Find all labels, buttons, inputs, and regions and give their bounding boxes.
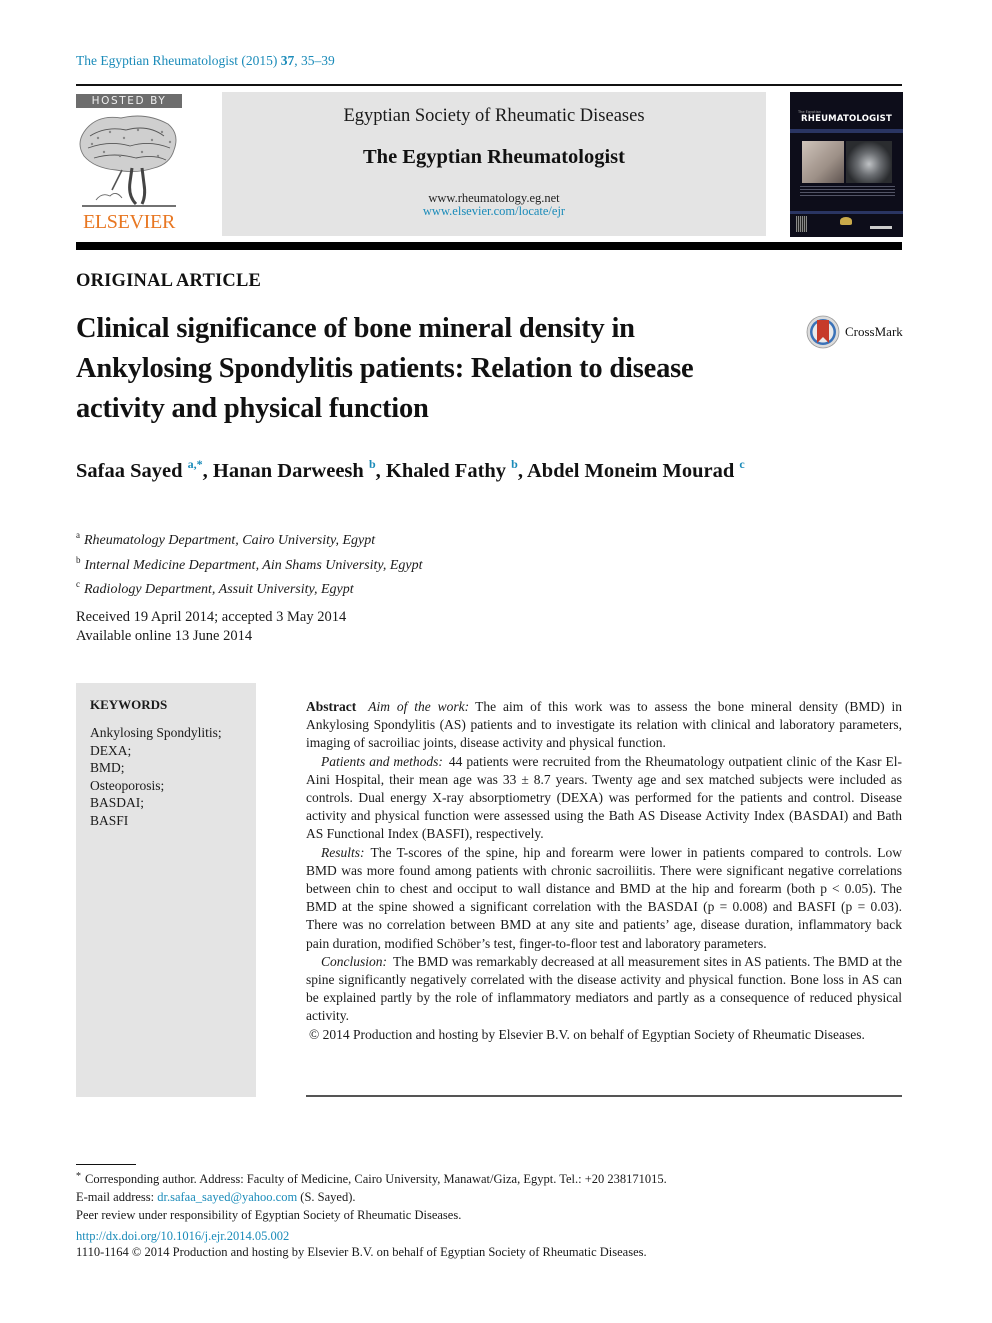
cover-photo-clinical <box>802 141 844 183</box>
crossmark-icon <box>806 315 840 349</box>
keyword-item: BASDAI; <box>90 795 145 810</box>
footnote-star: * <box>76 1171 81 1182</box>
cover-band <box>790 129 903 133</box>
journal-banner: Egyptian Society of Rheumatic Diseases T… <box>222 92 766 236</box>
journal-name: The Egyptian Rheumatologist <box>363 146 625 168</box>
elsevier-tree-icon <box>79 115 177 207</box>
abstract-copyright: © 2014 Production and hosting by Elsevie… <box>309 1026 865 1042</box>
keyword-item: Ankylosing Spondylitis; <box>90 725 222 740</box>
email-link[interactable]: dr.safaa_sayed@yahoo.com <box>157 1190 297 1204</box>
abstract-aim: Abstract Aim of the work: The aim of this … <box>306 698 902 753</box>
author[interactable]: Safaa Sayed a,* <box>76 457 203 482</box>
abstract-results: Results: The T-scores of the spine, hip a… <box>306 844 902 953</box>
keyword-item: BASFI <box>90 812 129 828</box>
author-affiliation-marker[interactable]: c <box>739 457 744 471</box>
received-accepted-date: Received 19 April 2014; accepted 3 May 2… <box>76 609 347 625</box>
keyword-item: BMD; <box>90 760 125 775</box>
affiliations: a Rheumatology Department, Cairo Universi… <box>76 526 423 600</box>
author-affiliation-marker[interactable]: a,* <box>188 457 203 471</box>
author-affiliation-marker[interactable]: b <box>511 457 518 471</box>
affiliation-item: b Internal Medicine Department, Ain Shams… <box>76 554 423 573</box>
online-date: Available online 13 June 2014 <box>76 627 253 644</box>
doi-block: http://dx.doi.org/10.1016/j.ejr.2014.05.… <box>76 1228 647 1260</box>
footnotes: * Corresponding author. Address: Faculty … <box>76 1168 902 1224</box>
running-head-pages: , 35–39 <box>294 53 335 68</box>
journal-url-elsevier[interactable]: www.elsevier.com/locate/ejr <box>222 204 766 219</box>
keywords-list: Ankylosing Spondylitis; DEXA; BMD; Osteo… <box>90 724 222 829</box>
elsevier-logo[interactable]: HOSTED BY ELSEVIER <box>76 94 182 236</box>
abstract-aim-label: Aim of the work: <box>368 699 470 714</box>
article-title: Clinical significance of bone mineral de… <box>76 313 694 424</box>
cover-photo-ct-scan <box>846 141 892 183</box>
article-type: ORIGINAL ARTICLE <box>76 271 262 291</box>
article-dates: Received 19 April 2014; accepted 3 May 2… <box>76 608 346 645</box>
author[interactable]: Hanan Darweesh b <box>213 457 376 482</box>
author-list: Safaa Sayed a,*, Hanan Darweesh b, Khale… <box>76 457 745 482</box>
cover-caption-text <box>800 186 895 196</box>
abstract-results-text: The T-scores of the spine, hip and forea… <box>306 844 902 951</box>
abstract: Abstract Aim of the work: The aim of this … <box>306 698 902 1044</box>
crossmark-button[interactable]: CrossMark <box>806 315 906 351</box>
peer-review-note: Peer review under responsibility of Egyp… <box>76 1208 462 1222</box>
abstract-results-label: Results: <box>321 844 365 860</box>
journal-cover-image[interactable]: The Egyptian RHEUMATOLOGIST <box>790 92 903 237</box>
issn-copyright: 1110-1164 © 2014 Production and hosting … <box>76 1245 647 1259</box>
abstract-conclusion-label: Conclusion: <box>321 953 387 969</box>
abstract-conclusion-text: The BMD was remarkably decreased at all … <box>306 953 902 1024</box>
elsevier-wordmark: ELSEVIER <box>82 211 176 233</box>
author[interactable]: Khaled Fathy b <box>386 457 518 482</box>
corresponding-author-note: * Corresponding author. Address: Faculty … <box>76 1171 667 1186</box>
affiliation-item: c Radiology Department, Assuit University… <box>76 579 354 597</box>
author-affiliation-marker[interactable]: b <box>369 457 376 471</box>
doi-link[interactable]: http://dx.doi.org/10.1016/j.ejr.2014.05.… <box>76 1229 289 1243</box>
running-head-journal: The Egyptian Rheumatologist (2015) <box>76 53 281 68</box>
footnote-divider <box>76 1164 136 1165</box>
abstract-heading: Abstract <box>306 699 357 714</box>
affiliation-item: a Rheumatology Department, Cairo Universi… <box>76 530 376 548</box>
cover-barcode-icon <box>796 216 807 232</box>
society-name: Egyptian Society of Rheumatic Diseases <box>343 106 645 126</box>
keyword-item: Osteoporosis; <box>90 777 165 793</box>
cover-emblem-icon <box>840 217 852 225</box>
email-note: E-mail address: dr.safaa_sayed@yahoo.com… <box>76 1190 356 1204</box>
crossmark-label: CrossMark <box>845 324 903 339</box>
abstract-methods: Patients and methods: 44 patients were re… <box>306 753 902 844</box>
keyword-item: DEXA; <box>90 742 132 758</box>
cover-title: RHEUMATOLOGIST <box>801 114 892 124</box>
author[interactable]: Abdel Moneim Mourad c <box>527 457 745 482</box>
abstract-divider <box>306 1095 902 1097</box>
cover-band-bottom <box>790 211 903 214</box>
keywords-panel: KEYWORDS Ankylosing Spondylitis; DEXA; B… <box>76 683 256 1097</box>
running-head-volume: 37 <box>280 53 295 68</box>
abstract-conclusion: Conclusion: The BMD was remarkably decrea… <box>306 953 902 1026</box>
keywords-heading: KEYWORDS <box>90 697 168 712</box>
abstract-methods-label: Patients and methods: <box>321 753 443 769</box>
cover-publisher-mark <box>870 226 892 229</box>
top-divider <box>76 84 902 86</box>
hosted-by-label: HOSTED BY <box>76 94 182 108</box>
header-divider <box>76 242 902 250</box>
running-head[interactable]: The Egyptian Rheumatologist (2015) 37, 3… <box>76 53 335 69</box>
